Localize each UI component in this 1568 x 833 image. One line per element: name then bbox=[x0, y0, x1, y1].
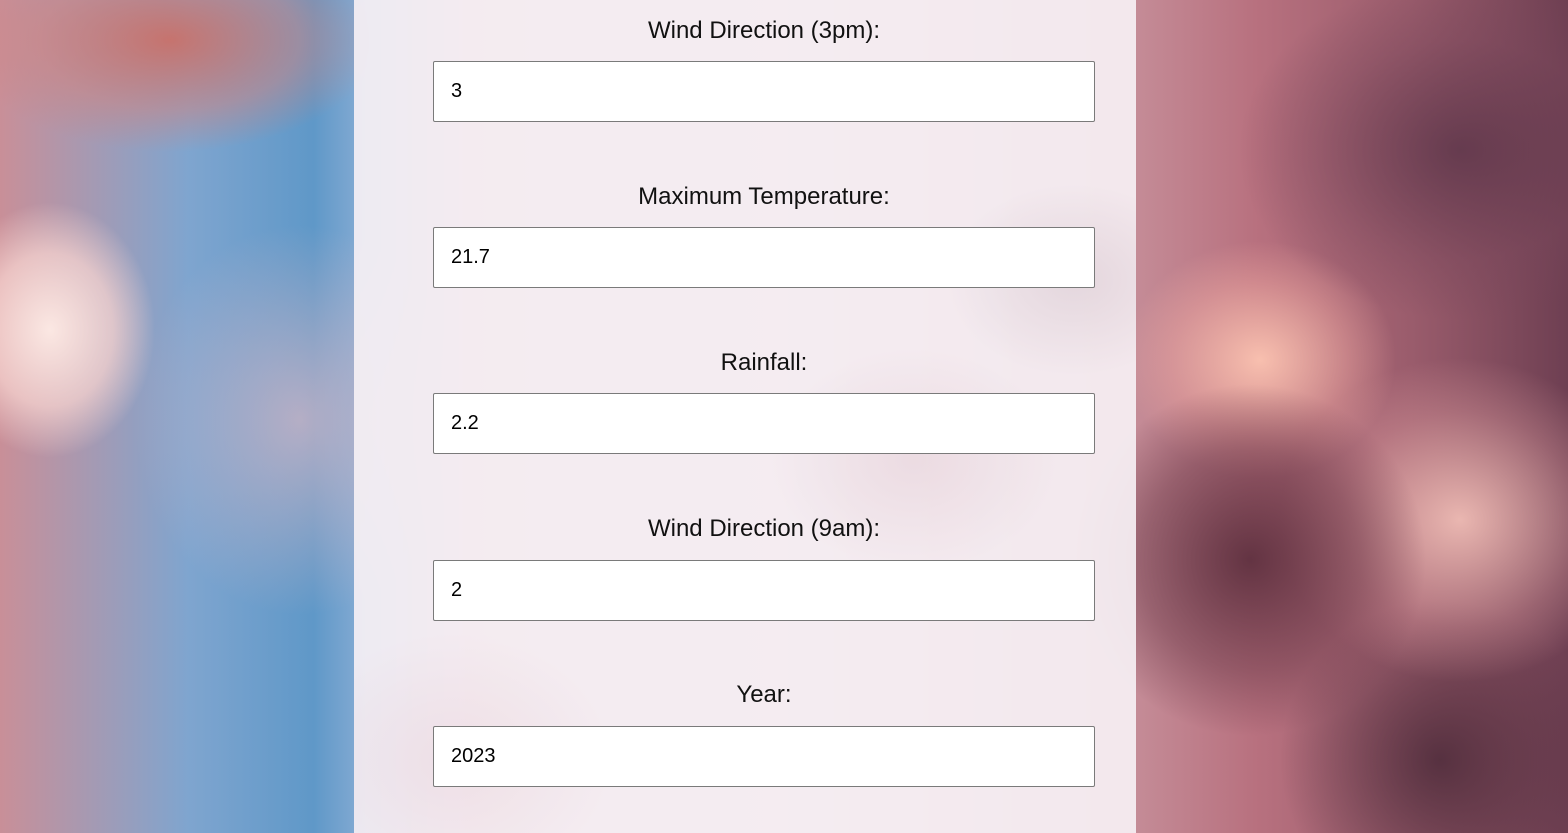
wind-direction-9am-input[interactable] bbox=[433, 560, 1095, 621]
field-rainfall: Rainfall: bbox=[433, 349, 1095, 454]
year-input[interactable] bbox=[433, 726, 1095, 787]
field-wind-direction-9am: Wind Direction (9am): bbox=[433, 515, 1095, 621]
form-panel: Wind Direction (3pm): Maximum Temperatur… bbox=[354, 0, 1136, 833]
rainfall-input[interactable] bbox=[433, 393, 1095, 454]
maximum-temperature-label: Maximum Temperature: bbox=[638, 183, 890, 210]
maximum-temperature-input[interactable] bbox=[433, 227, 1095, 288]
wind-direction-9am-label: Wind Direction (9am): bbox=[647, 515, 881, 542]
field-wind-direction-3pm: Wind Direction (3pm): bbox=[433, 17, 1095, 122]
wind-direction-3pm-input[interactable] bbox=[433, 61, 1095, 122]
year-label: Year: bbox=[736, 681, 792, 708]
field-maximum-temperature: Maximum Temperature: bbox=[433, 183, 1095, 288]
wind-direction-3pm-label: Wind Direction (3pm): bbox=[647, 17, 881, 44]
rainfall-label: Rainfall: bbox=[720, 349, 808, 376]
field-year: Year: bbox=[433, 681, 1095, 787]
